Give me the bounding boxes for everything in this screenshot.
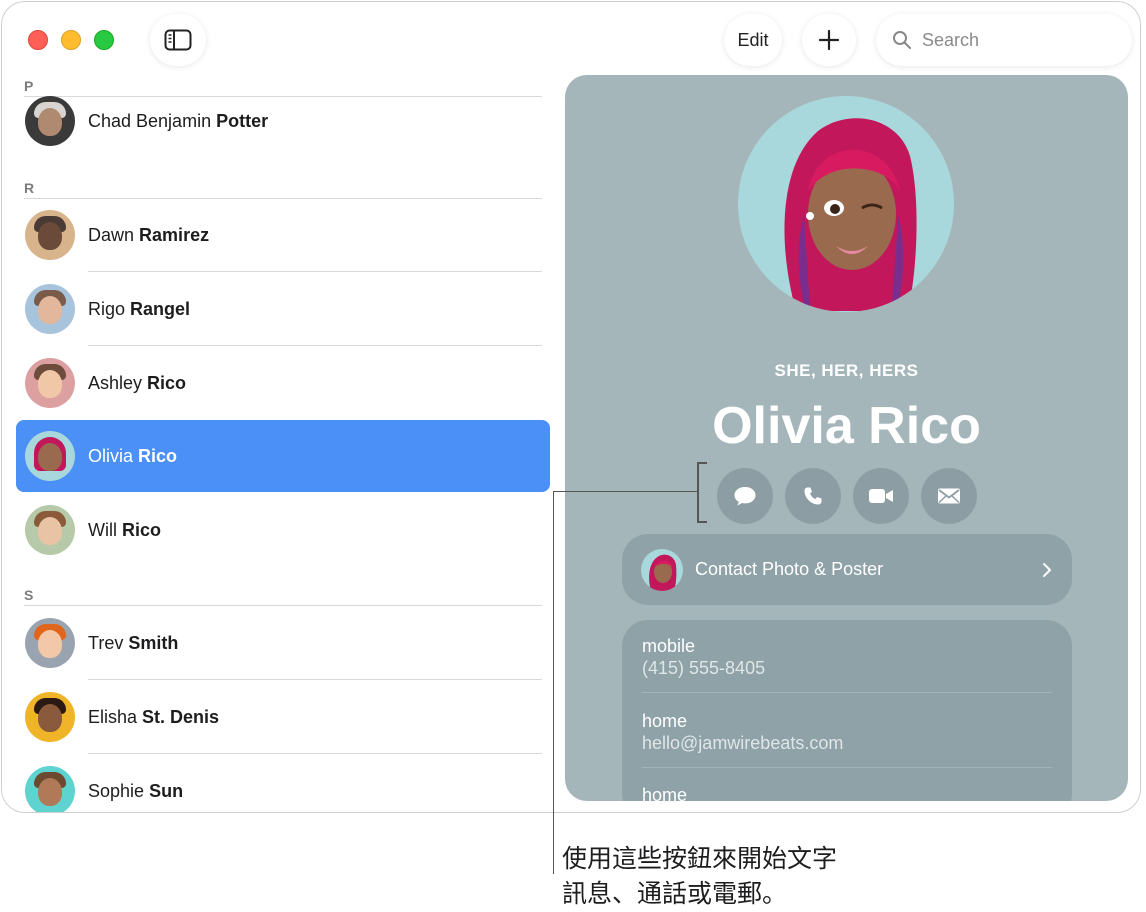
callout-line <box>553 491 554 874</box>
row-divider <box>88 345 542 346</box>
avatar <box>25 618 75 668</box>
contact-name: Trev Smith <box>88 632 179 653</box>
contacts-window: Edit P Chad Benjamin Potter R <box>1 1 1141 813</box>
avatar <box>25 766 75 812</box>
contact-row-elisha-st-denis[interactable]: Elisha St. Denis <box>16 681 550 753</box>
contact-photo-poster-button[interactable]: Contact Photo & Poster <box>622 534 1072 605</box>
contact-detail-pane: SHE, HER, HERS Olivia Rico Contact Photo… <box>565 75 1128 801</box>
message-button[interactable] <box>717 468 773 524</box>
search-input[interactable] <box>922 29 1112 51</box>
search-field[interactable] <box>876 14 1132 66</box>
edit-button[interactable]: Edit <box>724 14 782 66</box>
avatar <box>25 692 75 742</box>
row-divider <box>88 271 542 272</box>
sidebar-icon <box>164 29 192 51</box>
contact-pronouns: SHE, HER, HERS <box>774 361 919 380</box>
callout-line <box>553 491 698 492</box>
avatar <box>25 505 75 555</box>
call-button[interactable] <box>785 468 841 524</box>
contact-photo <box>738 96 954 312</box>
add-contact-button[interactable] <box>802 14 856 66</box>
section-divider <box>24 605 542 606</box>
contact-name: Will Rico <box>88 519 162 540</box>
contact-row-dawn-ramirez[interactable]: Dawn Ramirez <box>16 199 550 271</box>
contact-name: Olivia Rico <box>88 445 178 466</box>
contact-info-card: mobile (415) 555-8405 home hello@jamwire… <box>622 620 1072 801</box>
contact-name: Dawn Ramirez <box>88 224 210 245</box>
memoji-portrait-icon <box>784 118 917 311</box>
contact-name: Elisha St. Denis <box>88 706 220 727</box>
field-divider <box>642 767 1052 768</box>
contact-name: Rigo Rangel <box>88 298 191 319</box>
contact-name: Sophie Sun <box>88 780 184 801</box>
field-label-home-email: home <box>642 711 688 731</box>
field-value-mobile[interactable]: (415) 555-8405 <box>642 658 765 679</box>
mail-button[interactable] <box>921 468 977 524</box>
zoom-window-button[interactable] <box>94 30 114 50</box>
contact-photo-thumbnail <box>641 548 683 591</box>
field-label-mobile: mobile <box>642 636 696 656</box>
avatar <box>25 210 75 260</box>
contact-row-olivia-rico[interactable]: Olivia Rico <box>16 420 550 492</box>
row-divider <box>88 679 542 680</box>
contact-row-chad-potter[interactable]: Chad Benjamin Potter <box>16 85 550 157</box>
callout-bracket <box>697 462 699 523</box>
avatar <box>25 431 75 481</box>
contact-name-heading: Olivia Rico <box>712 397 981 455</box>
avatar <box>25 358 75 408</box>
contact-name: Chad Benjamin Potter <box>88 110 269 131</box>
chevron-right-icon <box>1043 562 1051 577</box>
message-icon <box>734 487 756 506</box>
avatar <box>25 96 75 146</box>
contact-name: Ashley Rico <box>88 372 187 393</box>
contact-row-will-rico[interactable]: Will Rico <box>16 494 550 566</box>
close-window-button[interactable] <box>28 30 48 50</box>
poster-label: Contact Photo & Poster <box>695 559 884 579</box>
field-divider <box>642 692 1052 693</box>
callout-caption: 使用這些按鈕來開始文字 訊息、通話或電郵。 <box>562 845 838 908</box>
row-divider <box>88 753 542 754</box>
video-icon <box>869 489 893 503</box>
field-label-home-address: home <box>642 785 688 801</box>
mail-icon <box>938 488 960 504</box>
section-header-r: R <box>24 180 35 196</box>
video-call-button[interactable] <box>853 468 909 524</box>
field-value-home-email[interactable]: hello@jamwirebeats.com <box>642 733 843 754</box>
callout-bracket <box>697 521 707 523</box>
section-header-s: S <box>24 587 34 603</box>
phone-icon <box>804 487 822 505</box>
search-icon <box>893 31 911 49</box>
plus-icon <box>818 29 840 51</box>
avatar <box>25 284 75 334</box>
contact-row-trev-smith[interactable]: Trev Smith <box>16 607 550 679</box>
minimize-window-button[interactable] <box>61 30 81 50</box>
contact-row-ashley-rico[interactable]: Ashley Rico <box>16 347 550 419</box>
contact-row-rigo-rangel[interactable]: Rigo Rangel <box>16 273 550 345</box>
contact-row-sophie-sun[interactable]: Sophie Sun <box>16 755 550 812</box>
sidebar-toggle-button[interactable] <box>150 14 206 66</box>
